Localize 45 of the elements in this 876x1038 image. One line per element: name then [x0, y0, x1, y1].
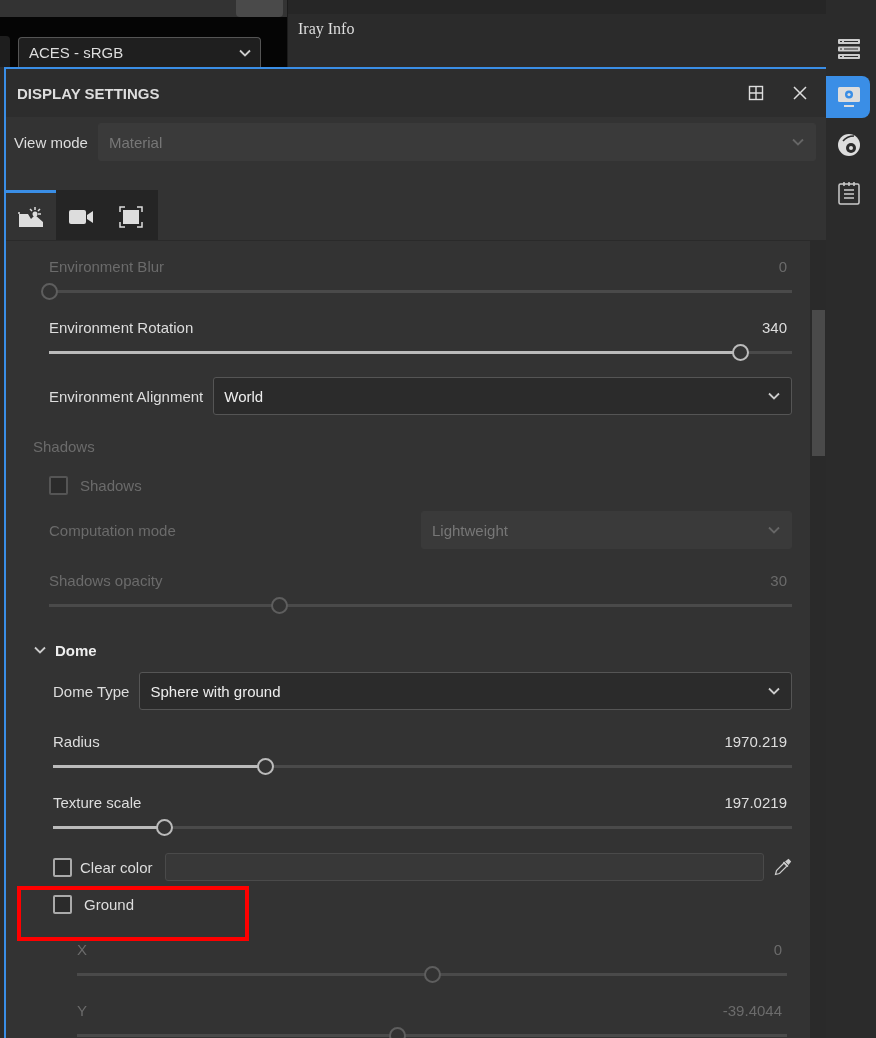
- scrollbar[interactable]: [810, 241, 826, 1038]
- layout-icon[interactable]: [748, 85, 764, 101]
- slider-label: Texture scale: [53, 793, 142, 811]
- globe-gear-icon: [837, 133, 861, 157]
- dropdown[interactable]: World: [213, 377, 792, 415]
- video-camera-icon: [68, 207, 94, 226]
- panel-edge: [0, 36, 10, 67]
- section-header[interactable]: Dome: [33, 638, 792, 662]
- group-heading: Shadows: [33, 437, 95, 455]
- color-profile-dropdown[interactable]: ACES - sRGB: [18, 37, 261, 67]
- dropdown[interactable]: Sphere with ground: [139, 672, 792, 710]
- checkbox-label: Shadows: [80, 476, 142, 494]
- slider-value: 197.0219: [724, 793, 787, 811]
- slider-label: Environment Blur: [49, 257, 165, 275]
- landscape-icon: [18, 205, 44, 228]
- checkbox-label: Ground: [84, 895, 135, 913]
- slider-thumb[interactable]: [257, 757, 275, 775]
- slider-value: 1970.219: [724, 732, 787, 750]
- slider-value: 340: [761, 318, 787, 336]
- notepad-icon: [837, 181, 861, 205]
- checkbox[interactable]: [53, 894, 72, 914]
- slider-value: 0: [773, 940, 782, 958]
- checkbox[interactable]: [53, 857, 72, 877]
- scrollbar-thumb[interactable]: [812, 310, 825, 456]
- frame-icon: [119, 205, 143, 228]
- field-label: Computation mode: [49, 521, 177, 539]
- panel-title: DISPLAY SETTINGS: [17, 84, 161, 102]
- field-label: Dome Type: [53, 682, 130, 700]
- list-icon: [837, 37, 861, 61]
- slider-label: Radius: [53, 732, 100, 750]
- panel-tab[interactable]: [6, 190, 56, 240]
- slider-value: 0: [778, 257, 787, 275]
- close-icon[interactable]: [792, 85, 808, 101]
- eyedropper-icon[interactable]: [774, 858, 792, 876]
- field-label: View mode: [14, 133, 88, 151]
- field-label: Environment Alignment: [49, 387, 204, 405]
- checkbox-label: Clear color: [80, 858, 153, 876]
- slider-value: 30: [770, 571, 787, 589]
- slider-label: Shadows opacity: [49, 571, 163, 589]
- slider-thumb[interactable]: [732, 343, 749, 361]
- slider-thumb[interactable]: [155, 818, 173, 836]
- slider-label: Environment Rotation: [49, 318, 194, 336]
- monitor-gear-icon: [837, 85, 861, 109]
- panel-title: Iray Info: [297, 19, 356, 38]
- slider-value: -39.4044: [722, 1001, 782, 1019]
